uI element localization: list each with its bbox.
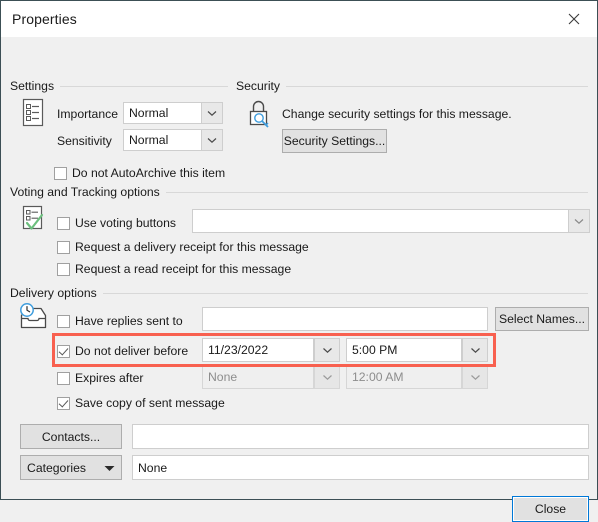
select-names-button-label: Select Names... <box>498 312 586 326</box>
voting-group-header: Voting and Tracking options <box>10 185 588 199</box>
close-button[interactable] <box>551 1 597 36</box>
voting-group-rule <box>165 191 588 193</box>
voting-buttons-dropdown-arrow[interactable] <box>568 210 589 232</box>
have-replies-sent-to-checkbox[interactable] <box>57 314 70 328</box>
expires-after-date-dropdown <box>314 365 340 389</box>
sensitivity-label: Sensitivity <box>57 134 112 148</box>
delayed-delivery-icon <box>17 303 51 335</box>
do-not-deliver-before-label: Do not deliver before <box>75 344 189 358</box>
do-not-deliver-before-date-input[interactable]: 11/23/2022 <box>202 338 314 362</box>
voting-checklist-icon <box>20 205 50 235</box>
dialog-body: Settings Importance Normal Sensitivity N… <box>1 37 597 522</box>
security-description: Change security settings for this messag… <box>282 107 512 121</box>
do-not-deliver-before-time-dropdown[interactable] <box>462 338 488 362</box>
contacts-input[interactable] <box>132 424 589 449</box>
delivery-group-rule <box>102 292 588 294</box>
do-not-deliver-before-time-value: 5:00 PM <box>352 343 398 357</box>
settings-group-header: Settings <box>10 79 228 93</box>
do-not-autoarchive-label: Do not AutoArchive this item <box>72 166 226 180</box>
categories-value: None <box>138 460 168 475</box>
categories-button-label: Categories <box>27 460 86 475</box>
importance-combo[interactable]: Normal <box>123 102 223 124</box>
chevron-down-icon <box>207 137 217 143</box>
request-delivery-receipt-checkbox[interactable] <box>57 240 70 254</box>
save-copy-of-sent-message-checkbox[interactable] <box>57 396 70 410</box>
lock-key-icon <box>246 98 276 130</box>
expires-after-label: Expires after <box>75 371 144 385</box>
chevron-down-icon <box>574 218 584 224</box>
expires-after-time-input: 12:00 AM <box>346 365 462 389</box>
sensitivity-value: Normal <box>129 133 169 147</box>
categories-input[interactable]: None <box>132 455 589 480</box>
security-settings-button-label: Security Settings... <box>283 134 386 148</box>
request-read-receipt-label: Request a read receipt for this message <box>75 262 292 276</box>
chevron-down-icon <box>470 347 480 353</box>
security-group-header: Security <box>236 79 588 93</box>
chevron-down-icon <box>322 374 332 380</box>
message-options-icon <box>20 98 46 128</box>
do-not-deliver-before-date-dropdown[interactable] <box>314 338 340 362</box>
title-bar: Properties <box>1 1 597 37</box>
use-voting-buttons-label: Use voting buttons <box>75 216 176 230</box>
contacts-button[interactable]: Contacts... <box>20 424 122 449</box>
categories-button[interactable]: Categories <box>20 455 122 480</box>
chevron-down-icon <box>207 110 217 116</box>
settings-group-rule <box>60 85 228 87</box>
do-not-autoarchive-checkbox[interactable] <box>54 166 67 180</box>
do-not-deliver-before-date-value: 11/23/2022 <box>208 343 269 357</box>
delivery-group-label: Delivery options <box>10 286 97 300</box>
expires-after-time-dropdown <box>462 365 488 389</box>
save-copy-of-sent-message-label: Save copy of sent message <box>75 396 225 410</box>
security-group-rule <box>286 85 588 87</box>
have-replies-sent-to-input[interactable] <box>202 307 488 331</box>
security-group-label: Security <box>236 79 281 93</box>
security-settings-button[interactable]: Security Settings... <box>282 129 387 153</box>
caret-down-icon <box>104 461 115 475</box>
request-delivery-receipt-label: Request a delivery receipt for this mess… <box>75 240 309 254</box>
do-not-deliver-before-row[interactable]: Do not deliver before <box>57 343 188 359</box>
save-copy-of-sent-message-row[interactable]: Save copy of sent message <box>57 395 225 411</box>
do-not-deliver-before-time-input[interactable]: 5:00 PM <box>346 338 462 362</box>
expires-after-row[interactable]: Expires after <box>57 370 143 386</box>
importance-label: Importance <box>57 107 118 121</box>
request-read-receipt-checkbox[interactable] <box>57 262 70 276</box>
have-replies-sent-to-row[interactable]: Have replies sent to <box>57 313 183 329</box>
expires-after-date-input: None <box>202 365 314 389</box>
do-not-deliver-before-checkbox[interactable] <box>57 344 70 358</box>
expires-after-checkbox[interactable] <box>57 371 70 385</box>
chevron-down-icon <box>470 374 480 380</box>
use-voting-buttons-row[interactable]: Use voting buttons <box>57 215 176 231</box>
do-not-autoarchive-row[interactable]: Do not AutoArchive this item <box>54 165 225 181</box>
voting-buttons-combo[interactable] <box>192 209 590 233</box>
contacts-button-label: Contacts... <box>41 429 101 444</box>
chevron-down-icon <box>322 347 332 353</box>
voting-group-label: Voting and Tracking options <box>10 185 160 199</box>
importance-value: Normal <box>129 106 169 120</box>
expires-after-time-value: 12:00 AM <box>352 370 404 384</box>
have-replies-sent-to-label: Have replies sent to <box>75 314 183 328</box>
close-dialog-button-label: Close <box>534 502 567 516</box>
request-read-receipt-row[interactable]: Request a read receipt for this message <box>57 261 291 277</box>
request-delivery-receipt-row[interactable]: Request a delivery receipt for this mess… <box>57 239 309 255</box>
select-names-button[interactable]: Select Names... <box>495 307 589 331</box>
sensitivity-combo[interactable]: Normal <box>123 129 223 151</box>
importance-dropdown-arrow[interactable] <box>201 103 222 123</box>
expires-after-date-value: None <box>208 370 238 384</box>
window-title: Properties <box>12 11 77 27</box>
sensitivity-dropdown-arrow[interactable] <box>201 130 222 150</box>
delivery-group-header: Delivery options <box>10 286 588 300</box>
use-voting-buttons-checkbox[interactable] <box>57 216 70 230</box>
settings-group-label: Settings <box>10 79 55 93</box>
close-icon <box>568 13 580 24</box>
properties-dialog: Properties Settings Importance Normal Se… <box>0 0 598 522</box>
